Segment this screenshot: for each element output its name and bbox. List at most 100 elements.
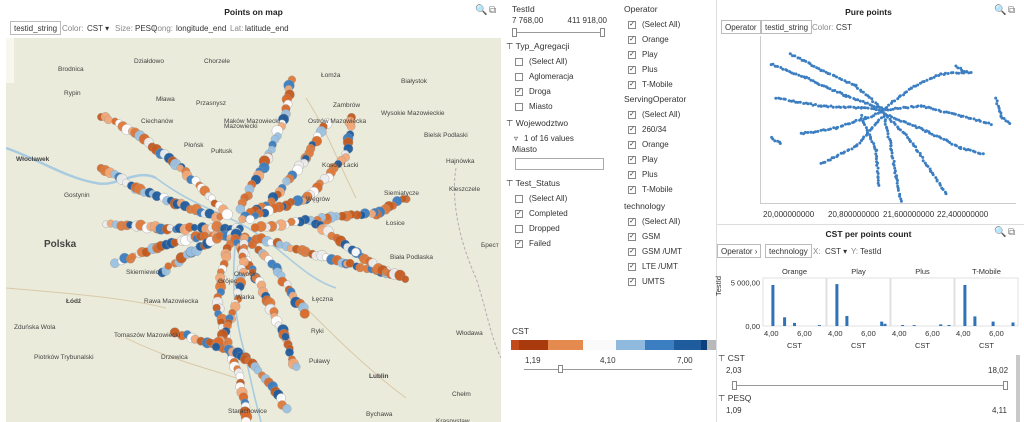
scatter-point[interactable] bbox=[800, 74, 803, 78]
map-data-point[interactable] bbox=[281, 332, 290, 341]
checked-checkbox[interactable]: ✓ bbox=[628, 247, 636, 256]
scatter-point[interactable] bbox=[870, 126, 874, 130]
scatter-point[interactable] bbox=[898, 106, 902, 110]
scatter-point[interactable] bbox=[866, 130, 869, 134]
scatter-point[interactable] bbox=[891, 156, 895, 160]
checked-checkbox[interactable]: ✓ bbox=[515, 239, 523, 248]
scatter-point[interactable] bbox=[1002, 117, 1006, 120]
scatter-point[interactable] bbox=[858, 141, 862, 145]
scatter-point[interactable] bbox=[981, 152, 985, 156]
scatter-point[interactable] bbox=[855, 143, 859, 147]
map-data-point[interactable] bbox=[285, 347, 294, 357]
scatter-point[interactable] bbox=[804, 59, 808, 63]
scatter-point[interactable] bbox=[908, 122, 912, 126]
serving-operator-option[interactable]: ✓ Orange bbox=[628, 137, 714, 152]
scatter-point[interactable] bbox=[781, 67, 785, 71]
scatter-point[interactable] bbox=[924, 106, 928, 110]
long-value[interactable]: longitude_end bbox=[176, 24, 226, 33]
scatter-point[interactable] bbox=[798, 100, 802, 104]
scatter-point[interactable] bbox=[921, 159, 925, 163]
scatter-point[interactable] bbox=[908, 140, 912, 144]
operator-option[interactable]: ✓ (Select All) bbox=[628, 17, 714, 32]
serving-operator-option[interactable]: ✓ (Select All) bbox=[628, 107, 714, 122]
miasto-search-input[interactable] bbox=[515, 158, 604, 170]
scatter-point[interactable] bbox=[892, 163, 896, 167]
scatter-point[interactable] bbox=[794, 72, 798, 76]
scatter-point[interactable] bbox=[890, 115, 894, 119]
checked-checkbox[interactable]: ✓ bbox=[628, 277, 636, 286]
checked-checkbox[interactable]: ✓ bbox=[628, 170, 636, 179]
scatter-point[interactable] bbox=[978, 119, 982, 123]
scatter-point[interactable] bbox=[871, 100, 875, 104]
scatter-point[interactable] bbox=[895, 181, 899, 185]
checked-checkbox[interactable]: ✓ bbox=[628, 232, 636, 241]
scatter-point[interactable] bbox=[839, 105, 843, 109]
cst-range-max-handle[interactable] bbox=[1003, 381, 1008, 390]
checked-checkbox[interactable]: ✓ bbox=[515, 87, 523, 96]
cst-legend-handle[interactable] bbox=[558, 365, 563, 373]
scatter-point[interactable] bbox=[939, 136, 943, 140]
scatter-point[interactable] bbox=[870, 97, 874, 101]
scatter-point[interactable] bbox=[806, 102, 810, 106]
lat-value[interactable]: latitude_end bbox=[245, 24, 289, 33]
scatter-point[interactable] bbox=[778, 142, 782, 145]
scatter-point[interactable] bbox=[833, 89, 837, 92]
y-value[interactable]: TestId bbox=[860, 247, 881, 256]
test-status-option[interactable]: ✓ Failed bbox=[515, 236, 616, 251]
scatter-point[interactable] bbox=[995, 99, 999, 103]
scatter-point[interactable] bbox=[806, 131, 810, 134]
scatter-point[interactable] bbox=[962, 70, 966, 73]
scatter-point[interactable] bbox=[854, 118, 858, 122]
scatter-point[interactable] bbox=[951, 71, 955, 75]
scatter-point[interactable] bbox=[848, 95, 852, 99]
scatter-point[interactable] bbox=[893, 171, 897, 175]
scatter-point[interactable] bbox=[934, 74, 938, 78]
scatter-point[interactable] bbox=[939, 110, 943, 113]
histogram-bar[interactable] bbox=[912, 325, 916, 326]
scatter-point[interactable] bbox=[809, 130, 813, 134]
scatter-point[interactable] bbox=[866, 116, 870, 120]
scatter-point[interactable] bbox=[875, 163, 879, 167]
scatter-point[interactable] bbox=[774, 96, 778, 100]
scatter-point[interactable] bbox=[883, 122, 887, 126]
cst-range-min-handle[interactable] bbox=[732, 381, 737, 390]
scatter-point[interactable] bbox=[916, 150, 920, 153]
scatter-point[interactable] bbox=[987, 121, 991, 125]
checked-checkbox[interactable]: ✓ bbox=[628, 110, 636, 119]
scatter-point[interactable] bbox=[859, 117, 863, 120]
map-data-point[interactable] bbox=[282, 177, 291, 186]
scatter-point[interactable] bbox=[803, 76, 807, 80]
map-data-point[interactable] bbox=[292, 362, 301, 371]
scatter-point[interactable] bbox=[823, 160, 827, 164]
histogram-bar[interactable] bbox=[771, 285, 775, 326]
operator-chip[interactable]: Operator › bbox=[717, 244, 762, 258]
scatter-point[interactable] bbox=[930, 76, 933, 80]
scatter-point[interactable] bbox=[890, 148, 894, 152]
scatter-point[interactable] bbox=[835, 90, 839, 94]
checked-checkbox[interactable]: ✓ bbox=[628, 80, 636, 89]
scatter-point[interactable] bbox=[1008, 122, 1012, 125]
checked-checkbox[interactable]: ✓ bbox=[628, 65, 636, 74]
scatter-point[interactable] bbox=[793, 54, 797, 58]
scatter-point[interactable] bbox=[969, 71, 973, 74]
scatter-point[interactable] bbox=[828, 87, 832, 91]
scatter-point[interactable] bbox=[886, 129, 890, 133]
scatter-point[interactable] bbox=[861, 90, 865, 94]
scatter-point[interactable] bbox=[866, 106, 870, 110]
scatter-point[interactable] bbox=[877, 118, 881, 122]
map-data-point[interactable] bbox=[164, 262, 173, 270]
unchecked-checkbox[interactable] bbox=[515, 102, 523, 111]
scatter-point[interactable] bbox=[910, 86, 913, 90]
scatter-point[interactable] bbox=[916, 104, 920, 108]
scatter-point[interactable] bbox=[826, 105, 830, 109]
testid-slider-max-handle[interactable] bbox=[600, 28, 605, 37]
serving-operator-option[interactable]: ✓ Play bbox=[628, 152, 714, 167]
scatter-point[interactable] bbox=[984, 121, 988, 125]
scatter-point[interactable] bbox=[926, 164, 930, 168]
scatter-point[interactable] bbox=[890, 151, 894, 155]
unchecked-checkbox[interactable] bbox=[515, 57, 523, 66]
scatter-point[interactable] bbox=[850, 147, 854, 151]
map-data-point[interactable] bbox=[250, 223, 260, 233]
scatter-point[interactable] bbox=[889, 120, 893, 123]
scatter-point[interactable] bbox=[904, 120, 907, 124]
